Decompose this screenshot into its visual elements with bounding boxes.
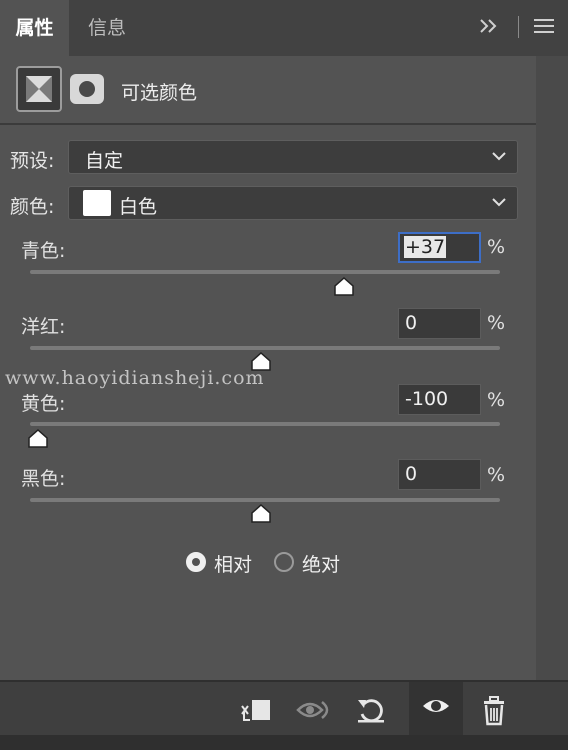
black-label: 黑色:	[21, 468, 66, 490]
panel-controls	[478, 0, 568, 56]
cyan-slider-thumb[interactable]	[333, 277, 355, 297]
color-swatch	[83, 190, 111, 216]
relative-label[interactable]: 相对	[214, 550, 252, 577]
chevron-down-icon	[492, 152, 506, 161]
yellow-slider-thumb[interactable]	[27, 429, 49, 449]
footer-bottom-strip	[0, 735, 568, 750]
clip-to-layer-icon[interactable]	[234, 688, 278, 732]
selective-color-icon[interactable]	[16, 66, 62, 112]
magenta-slider-track[interactable]	[30, 346, 500, 350]
collapse-panel-icon[interactable]	[478, 15, 502, 42]
reset-icon[interactable]	[350, 688, 394, 732]
yellow-label: 黄色:	[21, 393, 66, 415]
black-percent: %	[487, 464, 506, 486]
color-label: 颜色:	[10, 196, 55, 218]
watermark-text: www.haoyidiansheji.com	[5, 367, 265, 389]
adjustment-header: 可选颜色	[0, 56, 536, 120]
color-value: 白色	[119, 196, 158, 218]
preset-value: 自定	[85, 150, 124, 172]
panel-menu-icon[interactable]	[534, 19, 554, 37]
adjustment-title: 可选颜色	[121, 82, 198, 104]
color-dropdown[interactable]: 白色	[68, 186, 518, 220]
layer-mask-icon[interactable]	[70, 74, 104, 104]
black-slider-track[interactable]	[30, 498, 500, 502]
absolute-label[interactable]: 绝对	[302, 550, 340, 577]
panel-scrollbar[interactable]	[536, 56, 568, 680]
yellow-value-input[interactable]: -100	[398, 384, 481, 415]
black-value-input[interactable]: 0	[398, 459, 481, 490]
preset-label: 预设:	[10, 150, 55, 172]
toolbar-separator	[518, 16, 519, 38]
yellow-slider-track[interactable]	[30, 422, 500, 426]
cyan-slider-track[interactable]	[30, 270, 500, 274]
chevron-down-icon	[492, 198, 506, 207]
cyan-value-input[interactable]: +37	[398, 232, 481, 263]
visibility-icon[interactable]	[409, 682, 463, 738]
absolute-radio[interactable]	[274, 552, 294, 572]
relative-radio[interactable]	[186, 552, 206, 572]
yellow-percent: %	[487, 389, 506, 411]
cyan-value: +37	[404, 236, 447, 258]
magenta-value-input[interactable]: 0	[398, 308, 481, 339]
cyan-percent: %	[487, 236, 506, 258]
panel-tab-bar: 属性 信息	[0, 0, 568, 56]
magenta-percent: %	[487, 312, 506, 334]
delete-icon[interactable]	[472, 688, 516, 732]
tab-info[interactable]: 信息	[69, 0, 145, 56]
black-slider-thumb[interactable]	[250, 504, 272, 524]
cyan-label: 青色:	[21, 240, 66, 262]
preset-dropdown[interactable]: 自定	[68, 140, 518, 174]
view-previous-icon[interactable]	[292, 688, 336, 732]
magenta-label: 洋红:	[21, 316, 66, 338]
tab-properties[interactable]: 属性	[0, 0, 69, 56]
header-divider	[0, 123, 536, 125]
